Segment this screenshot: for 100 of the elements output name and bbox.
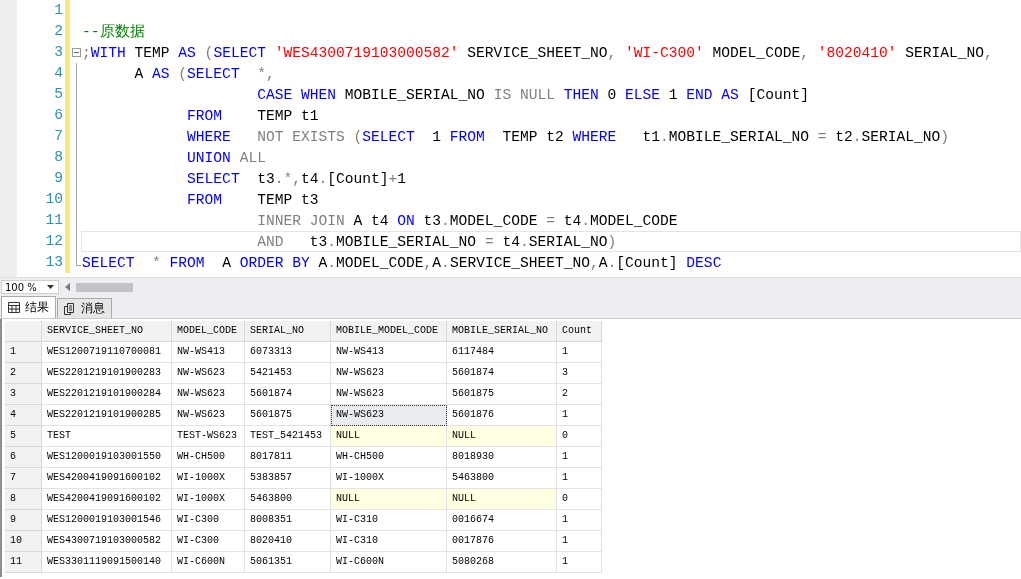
code-line: WHERE NOT EXISTS (SELECT 1 FROM TEMP t2 WHERE t1.MOBILE_SERIAL_NO = t2.SERIAL_NO) xyxy=(186,128,950,146)
table-cell: NW-WS413 xyxy=(331,342,447,363)
table-cell: WES2201219101900283 xyxy=(42,363,172,384)
table-cell: 6117484 xyxy=(447,342,557,363)
table-cell: WI-C300 xyxy=(172,531,245,552)
line-number: 6 xyxy=(53,106,63,125)
row-number[interactable]: 10 xyxy=(5,531,42,552)
column-header[interactable]: MODEL_CODE xyxy=(172,321,245,342)
table-cell: 3 xyxy=(557,363,602,384)
table-cell: 0 xyxy=(557,426,602,447)
table-cell: 5601874 xyxy=(447,363,557,384)
row-number[interactable]: 2 xyxy=(5,363,42,384)
code-line: A AS (SELECT *, xyxy=(133,65,275,83)
row-number[interactable]: 3 xyxy=(5,384,42,405)
caret-icon xyxy=(47,285,54,289)
line-number: 12 xyxy=(44,232,63,251)
table-cell: WI-C310 xyxy=(331,510,447,531)
table-cell: 0016674 xyxy=(447,510,557,531)
grid-icon xyxy=(8,302,20,313)
code-line: SELECT t3.*,t4.[Count]+1 xyxy=(186,170,407,188)
line-number: 9 xyxy=(53,169,63,188)
code-line: AND t3.MOBILE_SERIAL_NO = t4.SERIAL_NO) xyxy=(256,233,617,251)
table-cell: 5080268 xyxy=(447,552,557,573)
table-cell: WI-C600N xyxy=(172,552,245,573)
table-cell: 1 xyxy=(557,342,602,363)
table-cell: 8018930 xyxy=(447,447,557,468)
table-cell: WI-C600N xyxy=(331,552,447,573)
column-header[interactable]: SERVICE_SHEET_NO xyxy=(42,321,172,342)
table-cell: 5601875 xyxy=(447,384,557,405)
table-cell: NW-WS413 xyxy=(172,342,245,363)
results-tab[interactable]: 消息 xyxy=(57,298,112,318)
code-line: INNER JOIN A t4 ON t3.MODEL_CODE = t4.MODEL_CODE xyxy=(256,212,678,230)
table-cell: 8008351 xyxy=(245,510,331,531)
table-cell: 8017811 xyxy=(245,447,331,468)
table-cell: 5421453 xyxy=(245,363,331,384)
row-number[interactable]: 1 xyxy=(5,342,42,363)
code-line: --原数据 xyxy=(82,23,145,41)
row-number[interactable]: 6 xyxy=(5,447,42,468)
table-cell: WI-C310 xyxy=(331,531,447,552)
column-header[interactable]: SERIAL_NO xyxy=(245,321,331,342)
line-number: 4 xyxy=(53,64,63,83)
table-cell: NW-WS623 xyxy=(331,363,447,384)
table-cell: 5383857 xyxy=(245,468,331,489)
table-cell: WES2201219101900285 xyxy=(42,405,172,426)
line-number: 8 xyxy=(53,148,63,167)
code-line: SELECT * FROM A ORDER BY A.MODEL_CODE,A.SERVICE_SHEET_NO,A.[Count] DESC xyxy=(82,254,722,272)
table-cell: WES1200019103001550 xyxy=(42,447,172,468)
row-number[interactable]: 8 xyxy=(5,489,42,510)
line-number: 10 xyxy=(44,190,63,209)
table-cell: NULL xyxy=(447,426,557,447)
column-header[interactable]: Count xyxy=(557,321,602,342)
table-cell: WES4300719103000582 xyxy=(42,531,172,552)
code-line: CASE WHEN MOBILE_SERIAL_NO IS NULL THEN 0 ELSE 1 END AS [Count] xyxy=(256,86,809,104)
row-number[interactable]: 5 xyxy=(5,426,42,447)
table-cell: NULL xyxy=(331,489,447,510)
column-header[interactable]: MOBILE_MODEL_CODE xyxy=(331,321,447,342)
table-cell: NULL xyxy=(447,489,557,510)
table-cell: NW-WS623 xyxy=(172,405,245,426)
table-cell: NULL xyxy=(331,426,447,447)
table-cell: 0017876 xyxy=(447,531,557,552)
table-cell: 1 xyxy=(557,447,602,468)
row-number[interactable]: 11 xyxy=(5,552,42,573)
results-tab[interactable]: 结果 xyxy=(1,296,56,318)
table-cell: 6073313 xyxy=(245,342,331,363)
row-number[interactable]: 9 xyxy=(5,510,42,531)
scrollbar-thumb[interactable] xyxy=(76,282,133,292)
table-cell: WES1200719110700081 xyxy=(42,342,172,363)
table-cell: WES3301119091500140 xyxy=(42,552,172,573)
document-icon xyxy=(64,302,76,315)
table-cell: NW-WS623 xyxy=(331,405,447,426)
row-number[interactable]: 7 xyxy=(5,468,42,489)
table-cell: WI-C300 xyxy=(172,510,245,531)
table-cell: WES4200419091600102 xyxy=(42,489,172,510)
table-cell: 1 xyxy=(557,531,602,552)
code-line: FROM TEMP t1 xyxy=(186,107,319,125)
line-number: 13 xyxy=(44,253,63,272)
scroll-left-icon[interactable] xyxy=(65,283,70,291)
table-cell: WES4200419091600102 xyxy=(42,468,172,489)
table-cell: 1 xyxy=(557,552,602,573)
code-line: UNION ALL xyxy=(186,149,266,167)
table-cell: WH-CH500 xyxy=(172,447,245,468)
table-cell: NW-WS623 xyxy=(172,363,245,384)
row-number[interactable]: 4 xyxy=(5,405,42,426)
table-cell: TEST xyxy=(42,426,172,447)
column-header[interactable]: MOBILE_SERIAL_NO xyxy=(447,321,557,342)
table-cell: WES2201219101900284 xyxy=(42,384,172,405)
zoom-dropdown[interactable]: 100 % xyxy=(1,280,59,294)
line-number: 3 xyxy=(53,43,63,62)
table-cell: 1 xyxy=(557,405,602,426)
table-cell: 8020410 xyxy=(245,531,331,552)
line-number: 2 xyxy=(53,22,63,41)
line-number: 1 xyxy=(53,1,63,20)
table-cell: TEST-WS623 xyxy=(172,426,245,447)
table-cell: 5061351 xyxy=(245,552,331,573)
collapse-icon[interactable] xyxy=(72,48,81,57)
table-cell: WI-1000X xyxy=(172,468,245,489)
table-cell: NW-WS623 xyxy=(172,384,245,405)
table-cell: 1 xyxy=(557,468,602,489)
code-line: FROM TEMP t3 xyxy=(186,191,319,209)
table-cell: 2 xyxy=(557,384,602,405)
